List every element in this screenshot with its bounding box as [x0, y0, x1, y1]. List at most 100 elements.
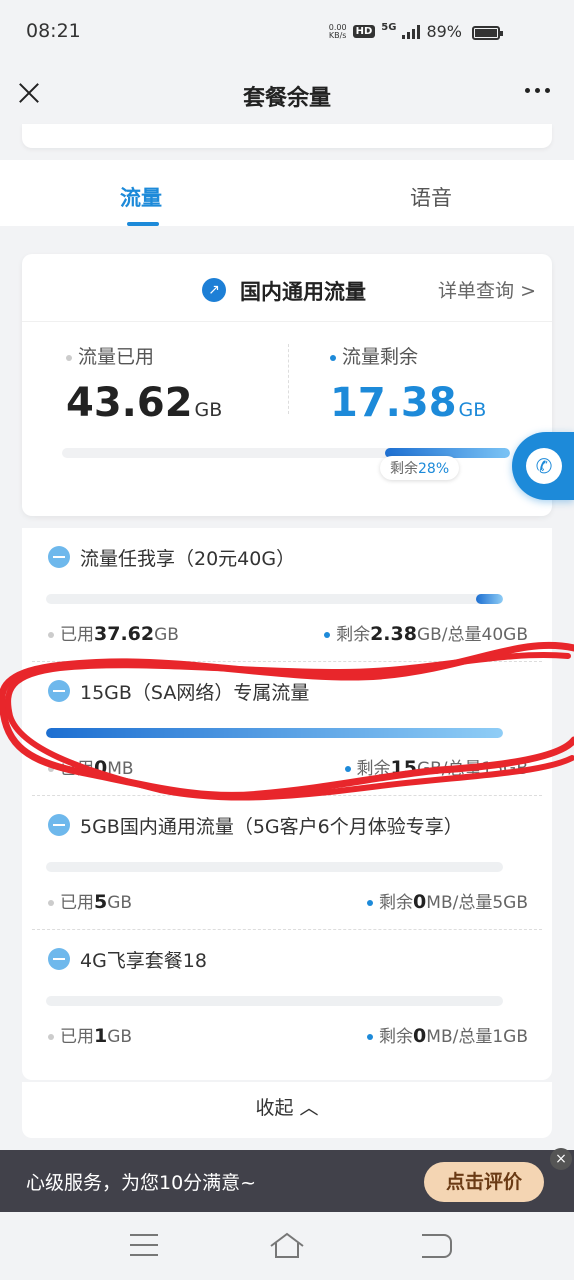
collapse-button[interactable]: 收起 ︿: [22, 1082, 552, 1138]
remain-suffix: MB/总量1GB: [426, 1027, 528, 1047]
package-used: 已用0MB: [48, 754, 134, 779]
back-icon[interactable]: [422, 1234, 452, 1258]
package-progress-fill: [475, 594, 503, 604]
package-name: 15GB（SA网络）专属流量: [80, 682, 310, 704]
used-label-text: 流量已用: [78, 346, 155, 368]
package-remain: 剩余2.38GB/总量40GB: [324, 620, 528, 645]
summary-title: 国内通用流量: [240, 280, 366, 304]
package-item: 流量任我享（20元40G） 已用37.62GB 剩余2.38GB/总量40GB: [22, 528, 552, 662]
wave-icon: [48, 546, 70, 568]
page-title: 套餐余量: [242, 86, 331, 111]
used-number: 1: [94, 1025, 108, 1047]
tab-bar: 流量 语音: [0, 160, 574, 226]
wave-icon: [48, 680, 70, 702]
package-item: 5GB国内通用流量（5G客户6个月体验专享） 已用5GB 剩余0MB/总量5GB: [22, 796, 552, 930]
wave-icon: [48, 814, 70, 836]
remain-suffix: GB/总量40GB: [416, 625, 528, 645]
status-indicators: 0.00 KB/s HD 5G 89%: [329, 22, 462, 41]
signal-icon: [402, 24, 421, 39]
package-progress-track: [46, 862, 503, 872]
used-unit: GB: [154, 625, 179, 645]
used-dot: [48, 766, 54, 772]
collapse-label: 收起 ︿: [255, 1097, 319, 1119]
used-prefix: 已用: [60, 625, 94, 645]
used-number: 0: [94, 757, 108, 779]
summary-card: ↗ 国内通用流量 详单查询 > 流量已用 流量剩余 43.62 GB 17.38 G…: [22, 254, 552, 516]
home-icon[interactable]: [268, 1230, 306, 1260]
customer-service-button[interactable]: ✆: [512, 432, 574, 500]
remain-suffix: MB/总量5GB: [426, 893, 528, 913]
tab-data[interactable]: 流量: [120, 182, 162, 212]
remain-number: 0: [413, 891, 427, 913]
package-name: 4G飞享套餐18: [80, 950, 207, 972]
used-prefix: 已用: [60, 759, 94, 779]
badge-percent: 28%: [418, 461, 450, 477]
status-bar: 08:21 0.00 KB/s HD 5G 89%: [0, 0, 574, 64]
phone-icon: ✆: [526, 448, 562, 484]
package-name: 5GB国内通用流量（5G客户6个月体验专享）: [80, 816, 463, 838]
remain-dot: [344, 766, 351, 772]
remain-prefix: 剩余: [379, 893, 414, 913]
package-remain: 剩余0MB/总量5GB: [367, 888, 528, 913]
package-progress-fill: [46, 728, 503, 738]
hd-icon: HD: [352, 25, 376, 38]
remain-dot: [330, 354, 336, 361]
remain-dot: [367, 900, 374, 906]
system-nav-bar: [0, 1212, 574, 1280]
used-unit: GB: [194, 399, 223, 421]
package-progress-track: [46, 594, 503, 604]
used-prefix: 已用: [60, 893, 94, 913]
battery-icon: [472, 26, 503, 40]
package-used: 已用1GB: [48, 1022, 132, 1047]
used-number: 43.62: [66, 380, 193, 426]
net-speed-indicator: 0.00 KB/s: [329, 23, 347, 40]
nav-bar: 套餐余量: [0, 64, 574, 124]
remain-label-text: 流量剩余: [342, 346, 419, 368]
detail-query-link[interactable]: 详单查询 >: [438, 276, 536, 303]
close-icon[interactable]: ×: [550, 1148, 572, 1170]
remain-number: 0: [413, 1025, 427, 1047]
remain-number: 15: [390, 757, 417, 779]
remain-dot: [324, 632, 331, 638]
active-tab-indicator: [127, 222, 159, 226]
used-dot: [48, 1034, 54, 1040]
tab-voice[interactable]: 语音: [410, 182, 452, 212]
package-remain: 剩余15GB/总量15GB: [344, 754, 528, 779]
package-used: 已用5GB: [48, 888, 132, 913]
remain-number: 17.38: [330, 380, 457, 426]
remain-label: 流量剩余: [330, 342, 418, 369]
used-prefix: 已用: [60, 1027, 94, 1047]
used-dot: [66, 354, 72, 361]
package-name: 流量任我享（20元40G）: [80, 548, 296, 570]
package-progress-track: [46, 996, 503, 1006]
status-time: 08:21: [26, 20, 81, 42]
used-dot: [48, 632, 54, 638]
summary-header: ↗ 国内通用流量 详单查询 >: [22, 254, 552, 322]
trend-icon: ↗: [202, 278, 226, 302]
used-label: 流量已用: [66, 342, 154, 369]
remain-prefix: 剩余: [336, 625, 371, 645]
used-number: 5: [94, 891, 108, 913]
rate-button[interactable]: 点击评价: [424, 1162, 544, 1202]
package-progress-track: [46, 728, 503, 738]
used-unit: GB: [107, 893, 133, 913]
remain-prefix: 剩余: [356, 759, 391, 779]
divider: [288, 344, 289, 414]
remain-percent-badge: 剩余28%: [380, 456, 460, 480]
used-unit: MB: [107, 759, 134, 779]
wave-icon: [48, 948, 70, 970]
menu-icon[interactable]: [130, 1234, 158, 1256]
remain-suffix: GB/总量15GB: [416, 759, 528, 779]
used-dot: [48, 900, 54, 906]
badge-prefix: 剩余: [390, 461, 418, 477]
collapsed-card-edge: [22, 124, 552, 148]
used-unit: GB: [107, 1027, 133, 1047]
more-icon[interactable]: [525, 88, 550, 93]
package-item: 4G飞享套餐18 已用1GB 剩余0MB/总量1GB: [22, 930, 552, 1064]
battery-text: 89%: [426, 22, 462, 41]
promo-banner: 心级服务，为您10分满意~ 点击评价 ×: [0, 1148, 574, 1212]
used-number: 37.62: [94, 623, 155, 645]
remain-dot: [367, 1034, 374, 1040]
package-used: 已用37.62GB: [48, 620, 179, 645]
package-list: 流量任我享（20元40G） 已用37.62GB 剩余2.38GB/总量40GB …: [22, 528, 552, 1080]
